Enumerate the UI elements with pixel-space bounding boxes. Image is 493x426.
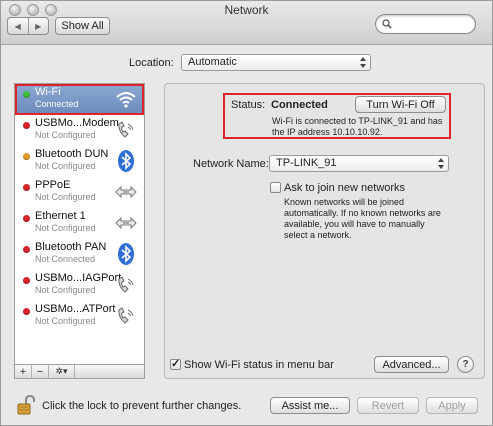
revert-button[interactable]: Revert: [357, 397, 419, 414]
service-item-bluetooth-dun[interactable]: Bluetooth DUN Not Configured: [15, 146, 144, 177]
show-all-button[interactable]: Show All: [55, 17, 110, 35]
status-dot: [23, 122, 30, 129]
ask-to-join-description: Known networks will be joined automatica…: [284, 197, 441, 240]
status-dot: [23, 184, 30, 191]
status-value: Connected: [271, 99, 328, 111]
service-list: Wi-Fi Connected USBMo...Modem Not Config…: [14, 83, 145, 379]
forward-arrow-icon: ▶: [35, 21, 42, 31]
service-status: Not Configured: [35, 161, 96, 171]
service-name: Wi-Fi: [35, 86, 61, 98]
popup-arrows-icon: [359, 57, 366, 68]
search-input[interactable]: [394, 17, 470, 31]
network-name-value: TP-LINK_91: [276, 157, 337, 169]
show-wifi-status-label: Show Wi-Fi status in menu bar: [184, 359, 334, 371]
back-forward-group: ◀ ▶: [7, 17, 49, 35]
service-item-usb-atport[interactable]: USBMo...ATPort Not Configured: [15, 301, 144, 332]
ask-to-join-label: Ask to join new networks: [284, 182, 406, 194]
status-description: Wi-Fi is connected to TP-LINK_91 and has…: [272, 116, 443, 137]
service-item-ethernet-1[interactable]: Ethernet 1 Not Configured: [15, 208, 144, 239]
service-item-wifi[interactable]: Wi-Fi Connected: [15, 84, 144, 115]
advanced-button[interactable]: Advanced...: [374, 356, 449, 373]
location-label: Location:: [129, 57, 174, 69]
action-menu-button[interactable]: ✲▾: [49, 365, 75, 378]
network-preferences-window: Network ◀ ▶ Show All Location: Automatic…: [0, 0, 493, 426]
status-dot: [23, 308, 30, 315]
forward-button[interactable]: ▶: [27, 18, 49, 34]
phone-icon: [118, 121, 134, 138]
assist-me-button[interactable]: Assist me...: [270, 397, 350, 414]
service-name: Bluetooth DUN: [35, 148, 109, 160]
bluetooth-icon: [118, 243, 134, 265]
apply-button[interactable]: Apply: [426, 397, 478, 414]
back-arrow-icon: ◀: [14, 21, 21, 31]
location-value: Automatic: [188, 56, 237, 68]
wifi-icon: [116, 92, 136, 108]
arrows-icon: [115, 185, 137, 199]
status-dot: [23, 246, 30, 253]
service-item-pppoe[interactable]: PPPoE Not Configured: [15, 177, 144, 208]
service-status: Not Configured: [35, 285, 96, 295]
phone-icon: [118, 276, 134, 293]
help-button[interactable]: ?: [457, 356, 474, 373]
service-name: PPPoE: [35, 179, 71, 191]
turn-wifi-off-button[interactable]: Turn Wi-Fi Off: [355, 96, 446, 113]
status-dot: [23, 153, 30, 160]
show-wifi-status-checkbox[interactable]: [170, 357, 181, 370]
phone-icon: [118, 307, 134, 324]
status-dot: [23, 91, 30, 98]
location-select[interactable]: Automatic: [181, 54, 371, 71]
remove-service-button[interactable]: −: [32, 365, 49, 378]
back-button[interactable]: ◀: [8, 18, 28, 34]
popup-arrows-icon: [437, 158, 444, 169]
search-icon: [382, 19, 392, 29]
network-name-label: Network Name:: [193, 158, 269, 170]
service-name: USBMo...IAGPort: [35, 272, 122, 284]
service-status: Not Connected: [35, 254, 96, 264]
network-name-select[interactable]: TP-LINK_91: [269, 155, 449, 172]
title-bar: Network ◀ ▶ Show All: [1, 1, 492, 45]
service-name: Bluetooth PAN: [35, 241, 107, 253]
service-status: Not Configured: [35, 130, 96, 140]
lock-icon[interactable]: [17, 395, 35, 415]
service-item-bluetooth-pan[interactable]: Bluetooth PAN Not Connected: [15, 239, 144, 270]
search-field[interactable]: [375, 14, 476, 34]
service-list-toolbar: + − ✲▾: [14, 364, 145, 379]
service-status: Not Configured: [35, 316, 96, 326]
lock-message: Click the lock to prevent further change…: [42, 400, 242, 412]
status-dot: [23, 277, 30, 284]
service-status: Connected: [35, 99, 79, 109]
service-item-usb-iagport[interactable]: USBMo...IAGPort Not Configured: [15, 270, 144, 301]
service-status: Not Configured: [35, 192, 96, 202]
service-status: Not Configured: [35, 223, 96, 233]
status-dot: [23, 215, 30, 222]
service-item-usb-modem[interactable]: USBMo...Modem Not Configured: [15, 115, 144, 146]
service-name: USBMo...ATPort: [35, 303, 116, 315]
service-name: USBMo...Modem: [35, 117, 119, 129]
service-name: Ethernet 1: [35, 210, 86, 222]
bluetooth-icon: [118, 150, 134, 172]
add-service-button[interactable]: +: [15, 365, 32, 378]
ask-to-join-checkbox[interactable]: [270, 182, 281, 193]
arrows-icon: [115, 216, 137, 230]
status-label: Status:: [231, 99, 266, 111]
